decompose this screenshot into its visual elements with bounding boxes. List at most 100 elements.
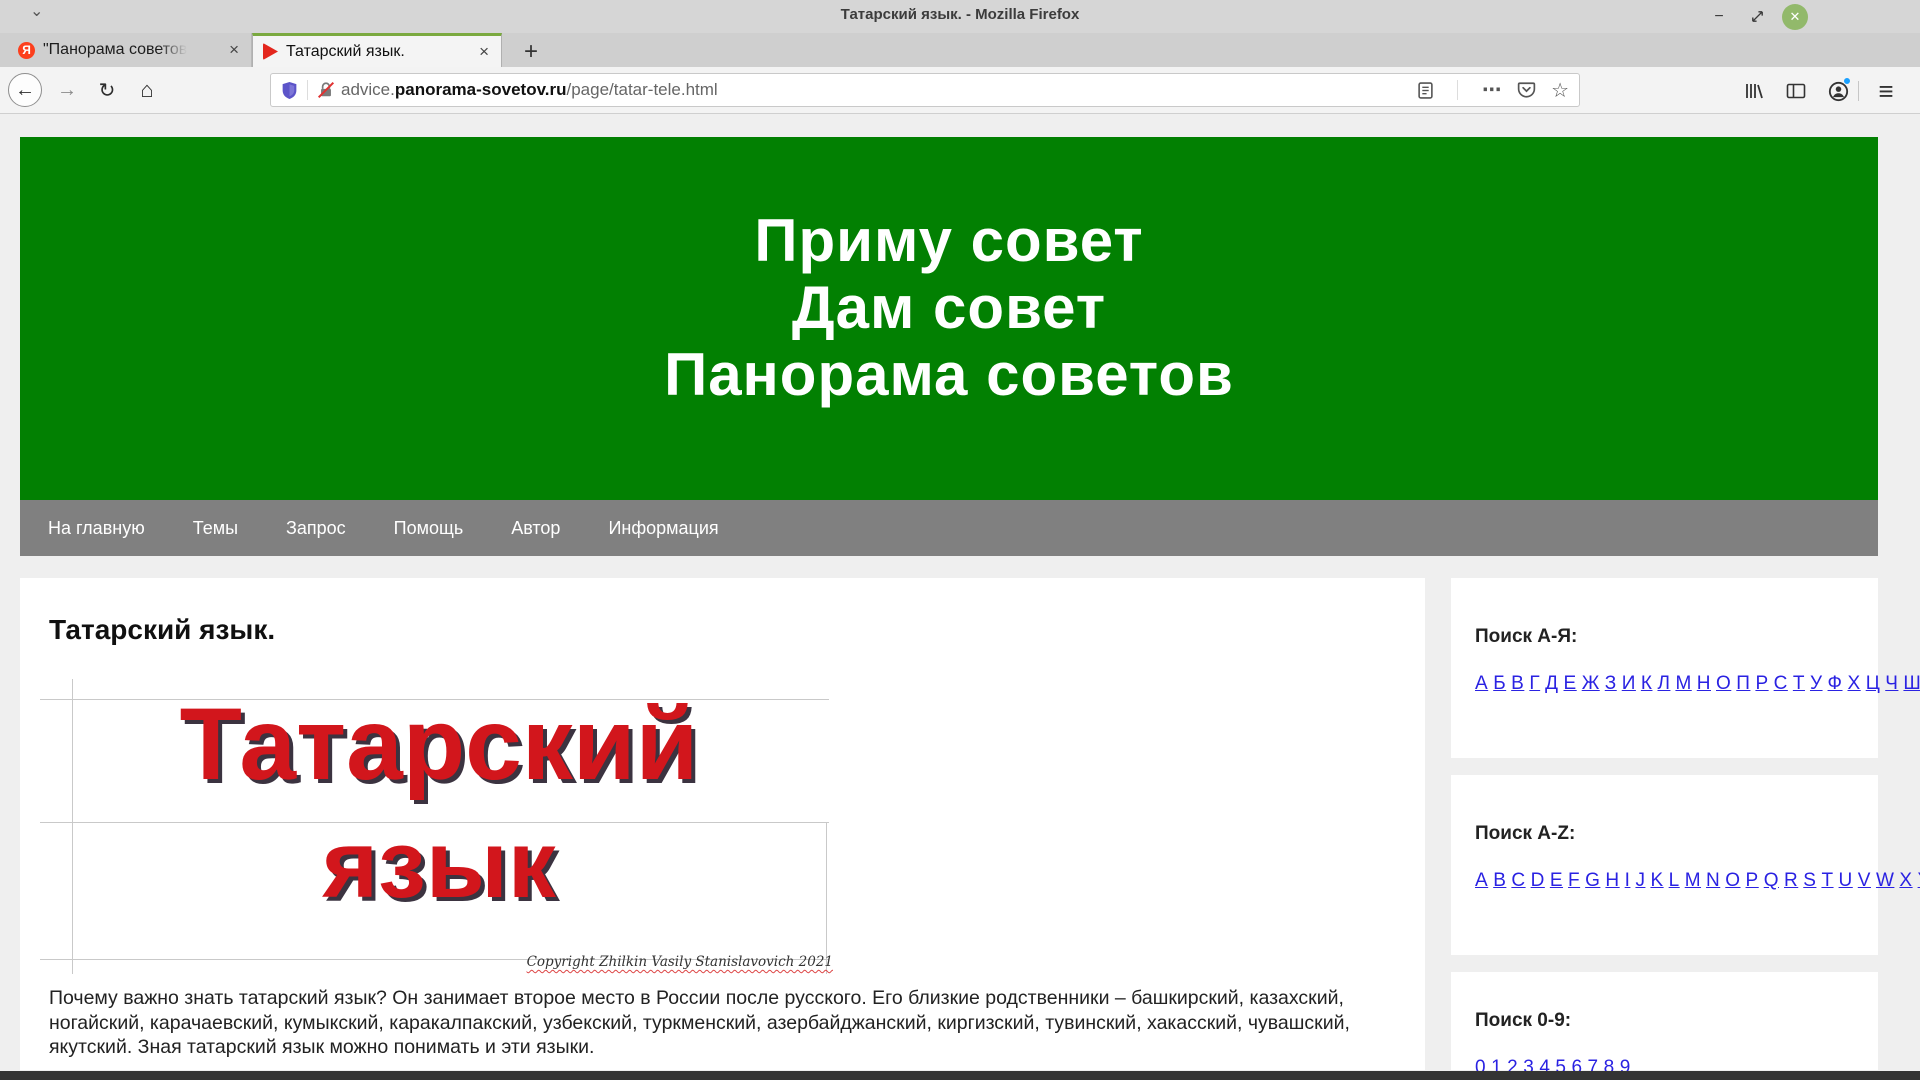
alphabet-link[interactable]: П [1736, 673, 1750, 694]
alphabet-link[interactable]: Г [1529, 673, 1540, 694]
site-nav-link[interactable]: На главную [48, 518, 145, 539]
alphabet-link[interactable]: F [1568, 870, 1580, 891]
new-tab-button[interactable]: + [518, 37, 544, 67]
alphabet-link[interactable]: Ч [1885, 673, 1898, 694]
alphabet-link[interactable]: У [1810, 673, 1823, 694]
alphabet-link[interactable]: B [1493, 870, 1506, 891]
tab-label: Татарский язык. [286, 43, 405, 61]
url-bar[interactable]: advice.panorama-sovetov.ru/page/tatar-te… [270, 73, 1580, 107]
insecure-lock-icon[interactable] [317, 81, 335, 99]
library-icon[interactable] [1740, 77, 1768, 105]
alphabet-link[interactable]: З [1605, 673, 1617, 694]
window-title: Татарский язык. - Mozilla Firefox [0, 0, 1920, 33]
alphabet-link[interactable]: Л [1657, 673, 1670, 694]
sidebar-toggle-icon[interactable] [1782, 77, 1810, 105]
alphabet-link[interactable]: R [1784, 870, 1798, 891]
close-button[interactable]: ✕ [1782, 4, 1808, 30]
alphabet-link[interactable]: U [1839, 870, 1853, 891]
url-subdomain: advice. [341, 80, 395, 99]
reader-mode-icon[interactable] [1418, 82, 1433, 99]
tab-panorama-sovetov[interactable]: Я "Панорама советов × [8, 33, 252, 67]
bookmark-star-icon[interactable]: ☆ [1551, 78, 1569, 103]
pocket-icon[interactable] [1517, 81, 1536, 99]
tab-tatar-language[interactable]: Татарский язык. × [252, 33, 502, 67]
site-nav-link[interactable]: Автор [511, 518, 560, 539]
alphabet-link[interactable]: S [1803, 870, 1816, 891]
tab-close-icon[interactable]: × [227, 40, 241, 60]
bottom-edge-strip [0, 1071, 1920, 1080]
site-banner: Приму советДам советПанорама советов [20, 137, 1878, 500]
alphabet-link[interactable]: I [1625, 870, 1631, 891]
alphabet-link[interactable]: С [1774, 673, 1788, 694]
alphabet-link[interactable]: D [1531, 870, 1545, 891]
flag-favicon-icon [263, 43, 278, 60]
webpage-viewport: Приму советДам советПанорама советов На … [0, 114, 1920, 1080]
alphabet-link[interactable]: Н [1697, 673, 1711, 694]
search-digits-card: Поиск 0-9: 0123456789 [1451, 972, 1878, 1070]
tab-bar: Я "Панорама советов × Татарский язык. × … [0, 33, 1920, 67]
article-card: Татарский язык. Татарский язык Copyright… [20, 578, 1425, 1070]
account-notification-badge [1843, 77, 1851, 85]
alphabet-link[interactable]: А [1475, 673, 1488, 694]
alphabet-link[interactable]: М [1675, 673, 1691, 694]
alphabet-link[interactable]: M [1685, 870, 1701, 891]
alphabet-link[interactable]: T [1821, 870, 1833, 891]
alphabet-link[interactable]: В [1511, 673, 1524, 694]
alphabet-link[interactable]: Д [1545, 673, 1558, 694]
alphabet-link[interactable]: K [1650, 870, 1663, 891]
alphabet-link[interactable]: Ж [1582, 673, 1600, 694]
alphabet-link[interactable]: C [1511, 870, 1525, 891]
alphabet-link[interactable]: Ц [1866, 673, 1881, 694]
urlbar-actions: ⋯ ☆ [1418, 78, 1569, 103]
hamburger-menu-icon[interactable]: ≡ [1872, 77, 1900, 105]
alphabet-link[interactable]: H [1605, 870, 1619, 891]
alphabet-link[interactable]: И [1622, 673, 1636, 694]
divider [307, 80, 308, 100]
url-domain: panorama-sovetov.ru [395, 80, 567, 99]
alphabet-link[interactable]: E [1550, 870, 1563, 891]
alphabet-link[interactable]: W [1876, 870, 1894, 891]
account-icon[interactable] [1824, 77, 1852, 105]
alphabet-link[interactable]: J [1635, 870, 1645, 891]
site-nav-link[interactable]: Темы [193, 518, 238, 539]
alphabet-link[interactable]: Т [1793, 673, 1805, 694]
maximize-button[interactable] [1744, 4, 1770, 30]
alphabet-link[interactable]: X [1899, 870, 1912, 891]
alphabet-link[interactable]: Ф [1828, 673, 1843, 694]
search-latin-card: Поиск A-Z: ABCDEFGHIJKLMNOPQRSTUVWXYZ [1451, 775, 1878, 955]
search-latin-title: Поиск A-Z: [1475, 823, 1878, 845]
home-button[interactable]: ⌂ [130, 73, 164, 107]
divider [1457, 80, 1458, 100]
alphabet-link[interactable]: Б [1493, 673, 1506, 694]
alphabet-link[interactable]: Q [1764, 870, 1779, 891]
tab-close-icon[interactable]: × [477, 42, 491, 62]
search-cyrillic-card: Поиск А-Я: АБВГДЕЖЗИКЛМНОПРСТУФХЦЧШЩЭЮЯ [1451, 578, 1878, 758]
alphabet-link[interactable]: О [1716, 673, 1731, 694]
alphabet-link[interactable]: К [1641, 673, 1653, 694]
alphabet-link[interactable]: O [1725, 870, 1740, 891]
page-actions-icon[interactable]: ⋯ [1482, 79, 1502, 102]
site-nav-link[interactable]: Помощь [394, 518, 464, 539]
back-button[interactable]: ← [8, 73, 42, 107]
alphabet-link[interactable]: Е [1564, 673, 1577, 694]
alphabet-link[interactable]: G [1585, 870, 1600, 891]
yandex-favicon-icon: Я [18, 42, 35, 59]
alphabet-link[interactable]: Х [1848, 673, 1861, 694]
minimize-button[interactable]: − [1706, 4, 1732, 30]
alphabet-link[interactable]: P [1746, 870, 1759, 891]
site-nav-link[interactable]: Запрос [286, 518, 346, 539]
alphabet-link[interactable]: V [1858, 870, 1871, 891]
alphabet-link[interactable]: Ш [1903, 673, 1920, 694]
reload-button[interactable]: ↻ [90, 73, 124, 107]
window-controls: − ✕ [1706, 0, 1808, 33]
divider [1858, 81, 1859, 101]
alphabet-link[interactable]: A [1475, 870, 1488, 891]
forward-button[interactable]: → [50, 73, 84, 107]
alphabet-link[interactable]: L [1669, 870, 1680, 891]
alphabet-link[interactable]: N [1706, 870, 1720, 891]
site-nav: На главную Темы Запрос Помощь Автор Информаци… [20, 500, 1878, 556]
alphabet-link[interactable]: Р [1755, 673, 1768, 694]
site-nav-link[interactable]: Информация [608, 518, 718, 539]
banner-line: Приму совет [20, 207, 1878, 274]
tracking-protection-shield-icon[interactable] [281, 81, 298, 100]
